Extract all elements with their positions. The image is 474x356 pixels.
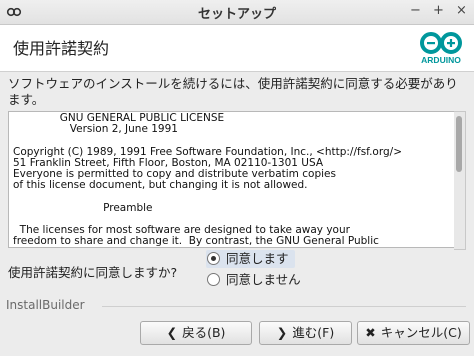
page-header: 使用許諾契約 ARDUINO xyxy=(0,25,474,72)
radio-disagree-indicator[interactable] xyxy=(207,273,220,286)
intro-text: ソフトウェアのインストールを続けるには、使用許諾契約に同意する必要があります。 xyxy=(8,76,458,107)
footer-divider xyxy=(102,306,466,307)
cancel-button-label: キャンセル(C) xyxy=(380,325,462,340)
arduino-logo: ARDUINO xyxy=(420,32,462,65)
next-button-label: 進む(F) xyxy=(292,325,335,340)
minimize-button[interactable]: − xyxy=(410,3,421,18)
back-button-label: 戻る(B) xyxy=(182,325,226,340)
radio-agree[interactable]: 同意します xyxy=(206,250,295,268)
agreement-question: 使用許諾契約に同意しますか? xyxy=(8,265,178,280)
window-title: セットアップ xyxy=(197,7,276,22)
chevron-right-icon: ❯ xyxy=(276,325,288,340)
radio-disagree[interactable]: 同意しません xyxy=(206,271,301,289)
radio-disagree-label: 同意しません xyxy=(226,272,301,287)
title-bar: セットアップ − + × xyxy=(0,0,474,25)
back-button[interactable]: ❮ 戻る(B) xyxy=(140,321,252,345)
chevron-left-icon: ❮ xyxy=(166,325,178,340)
next-button[interactable]: ❯ 進む(F) xyxy=(259,321,352,345)
license-text-area[interactable]: GNU GENERAL PUBLIC LICENSE Version 2, Ju… xyxy=(8,111,455,248)
radio-agree-label: 同意します xyxy=(226,251,289,266)
page-title: 使用許諾契約 xyxy=(13,39,110,58)
arduino-logo-text: ARDUINO xyxy=(421,55,461,65)
radio-agree-indicator[interactable] xyxy=(207,252,220,265)
cancel-button[interactable]: ✖ キャンセル(C) xyxy=(357,321,470,345)
close-x-icon: ✖ xyxy=(365,325,376,340)
maximize-button[interactable]: + xyxy=(433,3,444,18)
scrollbar-thumb[interactable] xyxy=(456,116,462,172)
installbuilder-brand: InstallBuilder xyxy=(6,298,85,312)
license-scrollbar[interactable] xyxy=(454,111,466,250)
license-text: GNU GENERAL PUBLIC LICENSE Version 2, Ju… xyxy=(13,112,402,248)
close-button[interactable]: × xyxy=(456,3,467,18)
